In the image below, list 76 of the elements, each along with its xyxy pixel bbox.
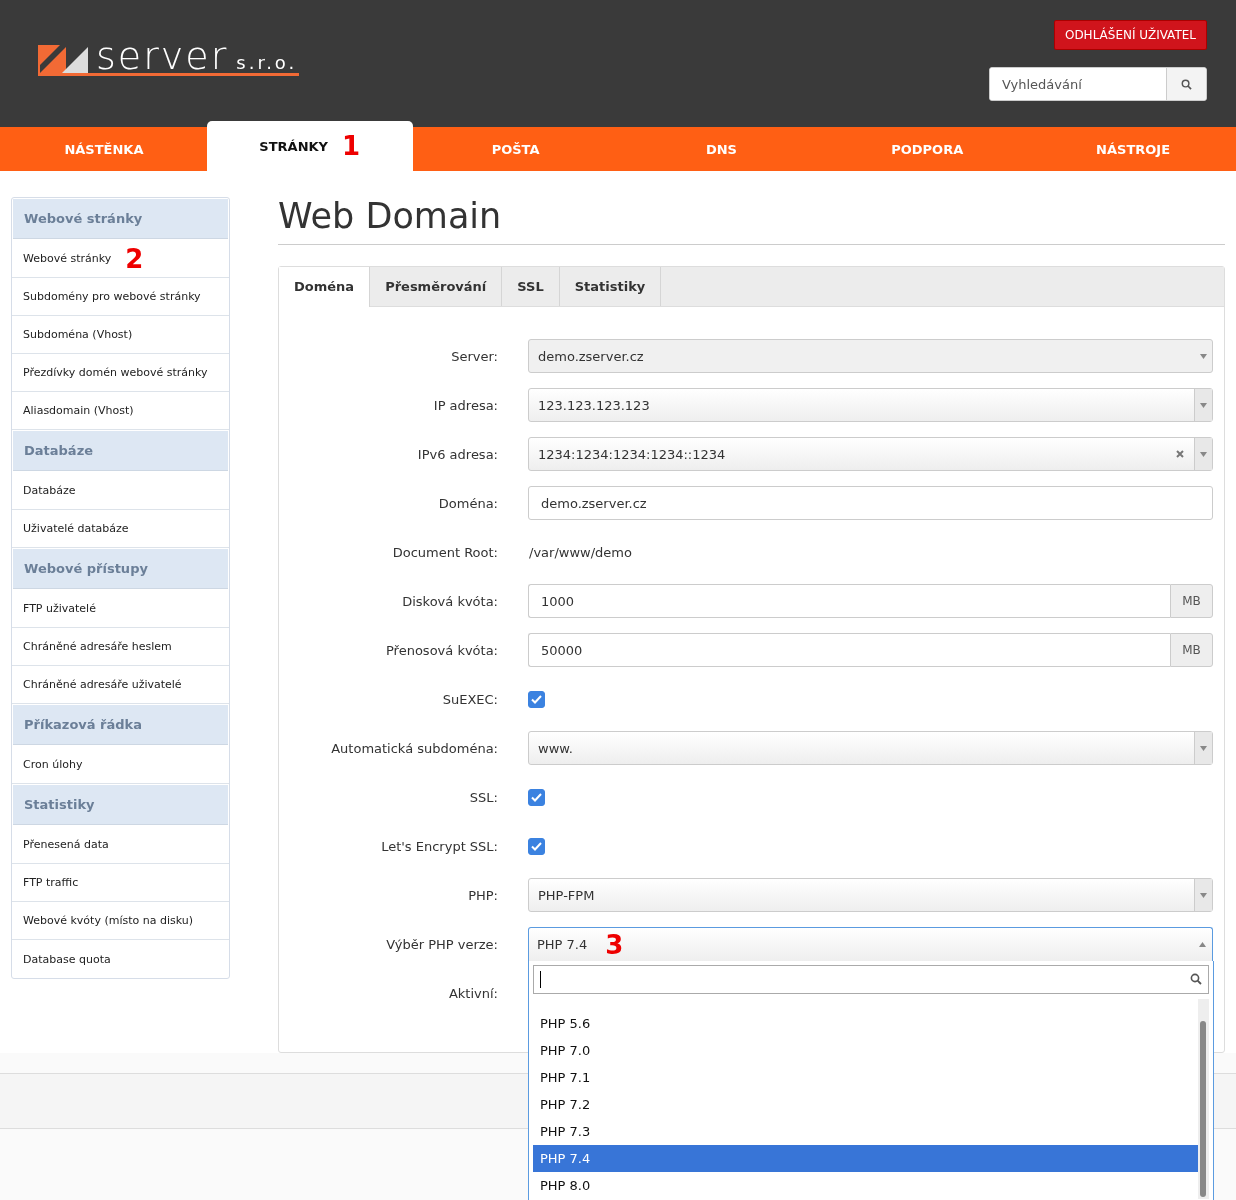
nav-tab[interactable]: STRÁNKY 1 (206, 121, 413, 171)
field-label: Výběr PHP verze: (385, 936, 498, 952)
field-label: Disková kvóta: (401, 593, 498, 609)
caret-icon (1200, 402, 1207, 408)
select-field[interactable]: 123.123.123.123 (528, 388, 1213, 422)
sidebar-link[interactable]: Chráněné adresáře uživatelé (23, 678, 182, 691)
logo: server s.r.o. (38, 40, 300, 76)
caret-icon (1199, 353, 1207, 359)
field-label: SuEXEC: (441, 691, 498, 707)
field-label: IPv6 adresa: (416, 446, 498, 462)
unit-label: MB (1170, 633, 1213, 667)
check-icon (531, 694, 542, 704)
field-label: Aktivní: (447, 985, 498, 1001)
sidebar-link[interactable]: Aliasdomain (Vhost) (23, 404, 134, 417)
annotation-number: 2 (125, 245, 144, 272)
sidebar-link[interactable]: Chráněné adresáře heslem (23, 640, 172, 653)
search-field[interactable]: Vyhledávání (989, 67, 1207, 101)
sidebar-heading: Statistiky (13, 785, 228, 825)
search-icon (1190, 973, 1202, 985)
sidebar-link[interactable]: Webové kvóty (místo na disku) (23, 914, 194, 927)
tab[interactable]: SSL (502, 266, 560, 306)
field-label: Let's Encrypt SSL: (380, 838, 498, 854)
annotation-number: 3 (605, 931, 624, 958)
sidebar-heading: Databáze (13, 431, 228, 471)
sidebar-link[interactable]: FTP traffic (23, 876, 79, 889)
select-field[interactable]: www. (528, 731, 1213, 765)
tab[interactable]: Doména (279, 266, 371, 307)
input-field[interactable]: 50000 (528, 633, 1170, 667)
sidebar-heading: Webové stránky (13, 199, 228, 239)
sidebar-link[interactable]: Uživatelé databáze (23, 522, 129, 535)
sidebar-heading: Příkazová řádka (13, 705, 228, 745)
caret-icon (1199, 942, 1206, 947)
field-label: Server: (450, 348, 498, 364)
field-label: PHP: (467, 887, 498, 903)
checkbox[interactable] (528, 788, 545, 806)
field-label: Přenosová kvóta: (385, 642, 498, 658)
search-button[interactable] (1166, 68, 1206, 100)
search-field[interactable] (533, 964, 1209, 994)
select-field[interactable]: PHP-FPM (528, 878, 1213, 912)
unit-label: MB (1170, 584, 1213, 618)
select-field[interactable]: 1234:1234:1234:1234::1234 (528, 437, 1213, 471)
sidebar-link[interactable]: Cron úlohy (23, 758, 83, 771)
sidebar-link[interactable]: Webové stránky (23, 252, 112, 265)
sidebar-heading: Webové přístupy (13, 549, 228, 589)
field-label: Automatická subdoména: (330, 740, 498, 756)
check-icon (531, 792, 542, 802)
field-label: Doména: (437, 495, 498, 511)
checkbox[interactable] (528, 837, 545, 855)
annotation-number: 1 (342, 133, 361, 159)
search-icon (1181, 78, 1192, 90)
input-field[interactable]: 1000 (528, 584, 1170, 618)
tab[interactable]: Přesměrování (370, 266, 503, 306)
caret-icon (1200, 451, 1207, 457)
logout-button[interactable]: ODHLÁŠENÍ UŽIVATEL (1053, 20, 1207, 50)
sidebar-link[interactable]: Přezdívky domén webové stránky (23, 366, 208, 379)
field-label: IP adresa: (432, 397, 498, 413)
field-label: SSL: (468, 789, 498, 805)
page-title: Web Domain (278, 197, 1225, 245)
scrollbar[interactable] (1198, 998, 1209, 1199)
tab[interactable]: Statistiky (559, 266, 662, 306)
sidebar-link[interactable]: Database quota (23, 952, 111, 966)
close-icon[interactable] (1176, 450, 1184, 458)
select-field[interactable]: PHP 7.4 3 (528, 927, 1213, 961)
sidebar-link[interactable]: FTP uživatelé (23, 602, 96, 615)
input-field[interactable]: demo.zserver.cz (528, 486, 1213, 520)
caret-icon (1200, 892, 1207, 898)
dropdown-option[interactable]: PHP 7.4 (533, 1144, 1198, 1172)
sidebar-link[interactable]: Přenesená data (23, 838, 109, 851)
sidebar-link[interactable]: Subdoména (Vhost) (23, 328, 133, 341)
field-value: /var/www/demo (528, 544, 633, 560)
checkbox[interactable] (528, 690, 545, 708)
caret-icon (1200, 745, 1207, 751)
sidebar-link[interactable]: Databáze (23, 484, 76, 497)
check-icon (531, 841, 542, 851)
field-label: Document Root: (391, 544, 498, 560)
sidebar-link[interactable]: Subdomény pro webové stránky (23, 290, 201, 303)
